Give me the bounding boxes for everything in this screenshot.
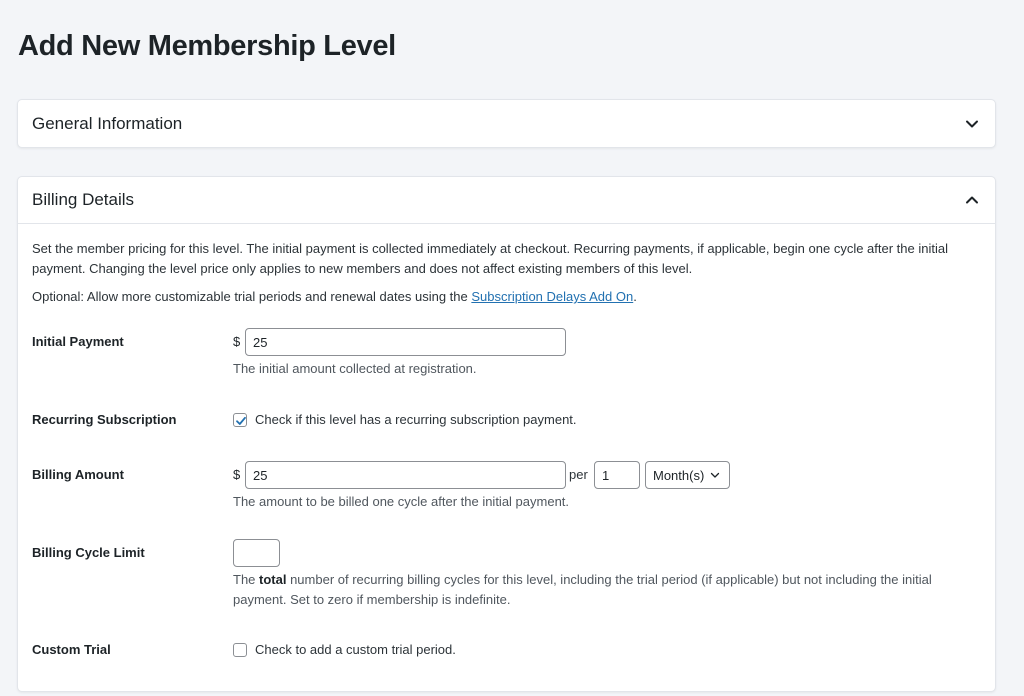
billing-period-unit-select[interactable]: Month(s) (645, 461, 730, 489)
custom-trial-label: Custom Trial (32, 642, 111, 657)
billing-optional-text: Optional: Allow more customizable trial … (32, 287, 982, 307)
billing-intro: Set the member pricing for this level. T… (32, 239, 982, 315)
initial-payment-label: Initial Payment (32, 334, 124, 349)
custom-trial-checkbox-label[interactable]: Check to add a custom trial period. (255, 642, 456, 657)
initial-payment-input[interactable] (245, 328, 566, 356)
general-information-panel: General Information (17, 99, 996, 148)
general-information-title: General Information (32, 113, 183, 133)
billing-cycle-limit-description: The total number of recurring billing cy… (233, 570, 973, 610)
optional-suffix: . (633, 289, 637, 304)
billing-period-unit-value: Month(s) (653, 467, 705, 483)
optional-prefix: Optional: Allow more customizable trial … (32, 289, 472, 304)
initial-payment-currency: $ (233, 334, 241, 349)
billing-period-number-input[interactable] (594, 461, 640, 489)
per-label: per (569, 467, 588, 482)
billing-amount-label: Billing Amount (32, 467, 124, 482)
subscription-delays-link[interactable]: Subscription Delays Add On (471, 289, 633, 304)
chevron-down-icon[interactable] (965, 117, 979, 131)
chevron-down-icon (711, 472, 720, 478)
billing-details-panel: Billing Details Set the member pricing f… (17, 176, 996, 692)
recurring-subscription-checkbox[interactable] (233, 413, 247, 427)
billing-amount-description: The amount to be billed one cycle after … (233, 494, 570, 509)
chevron-up-icon[interactable] (965, 193, 979, 207)
billing-details-header[interactable]: Billing Details (18, 177, 995, 224)
billing-amount-input[interactable] (245, 461, 566, 489)
billing-cycle-limit-input[interactable] (233, 539, 280, 567)
recurring-subscription-label: Recurring Subscription (32, 412, 177, 427)
billing-cycle-limit-label: Billing Cycle Limit (32, 545, 145, 560)
desc-suffix: number of recurring billing cycles for t… (233, 572, 932, 607)
initial-payment-description: The initial amount collected at registra… (233, 361, 477, 376)
recurring-subscription-checkbox-label[interactable]: Check if this level has a recurring subs… (255, 412, 577, 427)
general-information-header[interactable]: General Information (18, 100, 995, 147)
custom-trial-checkbox[interactable] (233, 643, 247, 657)
desc-bold: total (259, 572, 287, 587)
billing-details-title: Billing Details (32, 190, 135, 209)
billing-intro-text: Set the member pricing for this level. T… (32, 241, 948, 276)
checkmark-icon (236, 416, 246, 425)
billing-amount-currency: $ (233, 467, 241, 482)
desc-prefix: The (233, 572, 260, 587)
page-title: Add New Membership Level (18, 30, 396, 62)
